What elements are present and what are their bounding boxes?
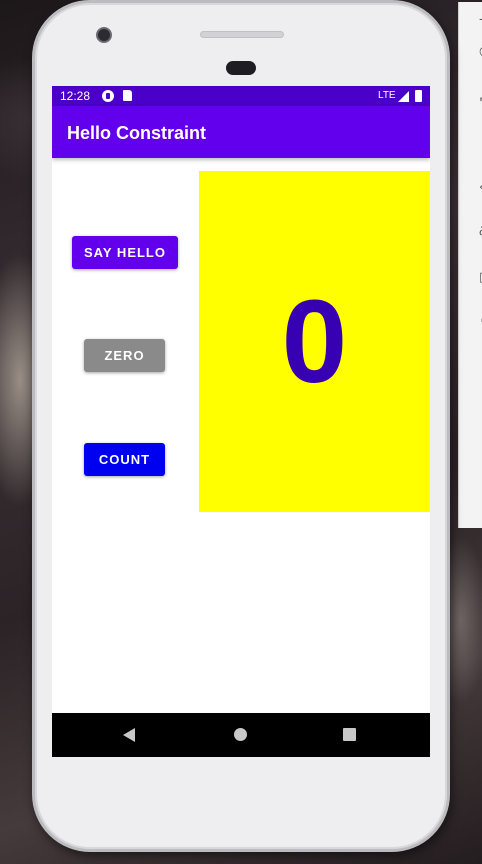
zero-button[interactable]: ZERO [84,339,165,372]
count-value: 0 [281,275,348,408]
play-protect-icon [102,90,114,102]
count-display-panel: 0 [199,171,430,512]
count-button[interactable]: COUNT [84,443,165,476]
network-type-label: LTE [378,90,396,101]
signal-icon [398,91,409,102]
recents-icon[interactable] [343,728,356,741]
app-title: Hello Constraint [67,123,207,143]
earpiece-speaker [200,31,284,38]
home-icon[interactable] [234,728,247,741]
status-bar: 12:28 LTE [52,86,430,106]
app-bar: Hello Constraint [52,106,430,158]
front-camera [96,27,112,43]
ide-side-panel: - ○ ⌐ ‹ ∂ ▯ ◦ [458,2,482,528]
device-screen: 12:28 LTE Hello Constraint SAY HELLO ZER… [52,86,430,757]
navigation-bar [52,713,430,757]
sd-card-icon [123,90,132,101]
back-icon[interactable] [123,728,135,742]
proximity-sensor [226,61,256,75]
status-time: 12:28 [60,89,91,103]
battery-icon [415,90,422,102]
say-hello-button[interactable]: SAY HELLO [72,236,178,269]
